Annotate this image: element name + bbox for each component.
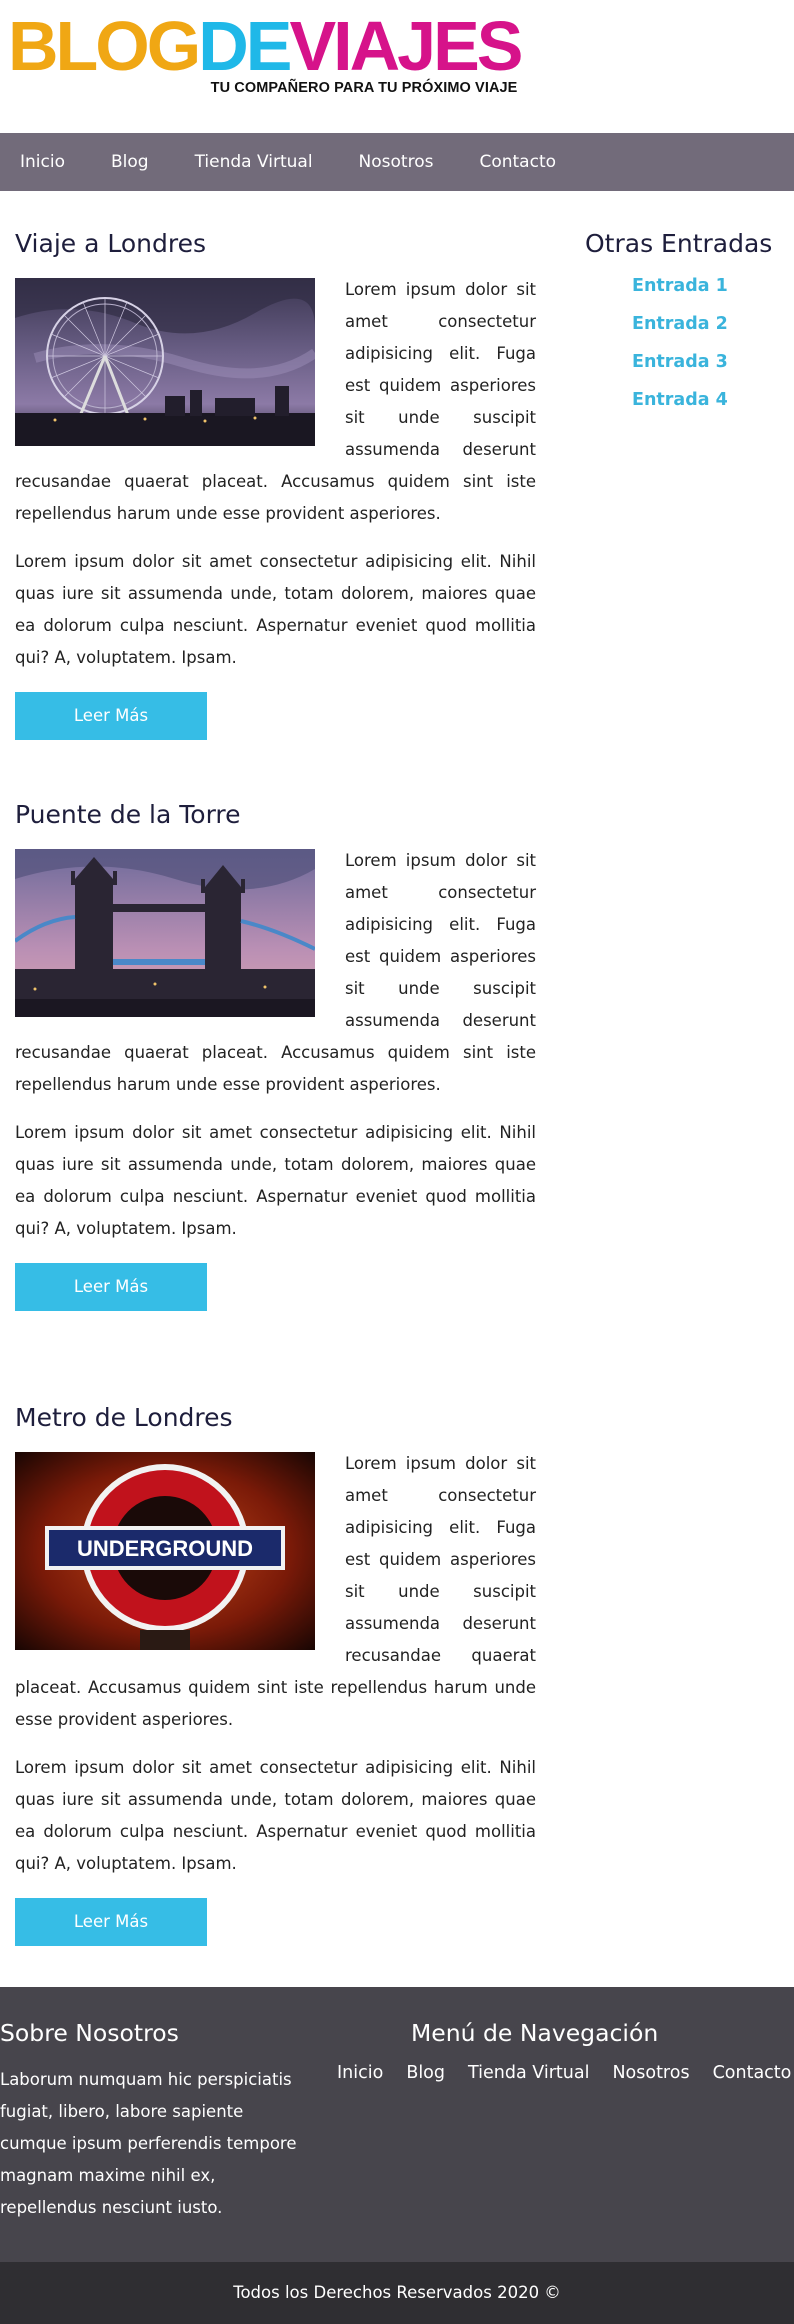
- sidebar: Otras Entradas Entrada 1 Entrada 2 Entra…: [570, 191, 794, 428]
- footer-nav-nosotros[interactable]: Nosotros: [612, 2063, 689, 2083]
- nav-item-inicio[interactable]: Inicio: [20, 152, 65, 172]
- footer-nav-blog[interactable]: Blog: [406, 2063, 445, 2083]
- blog-post: Metro de Londres UNDERGROUND Lorem ipsum…: [15, 1403, 536, 1946]
- logo-wordmark: BLOG DE VIAJES: [8, 7, 523, 85]
- footer-about: Sobre Nosotros Laborum numquam hic persp…: [0, 2019, 300, 2224]
- logo-part-blog: BLOG: [8, 7, 201, 85]
- london-eye-photo[interactable]: [15, 278, 315, 446]
- post-title[interactable]: Puente de la Torre: [15, 800, 536, 833]
- sidebar-item-entrada-2[interactable]: Entrada 2: [632, 314, 794, 352]
- sidebar-item-entrada-4[interactable]: Entrada 4: [632, 390, 794, 428]
- main-navigation: Inicio Blog Tienda Virtual Nosotros Cont…: [0, 133, 794, 191]
- footer-about-text: Laborum numquam hic perspiciatis fugiat,…: [0, 2070, 297, 2217]
- footer-nav-tienda-virtual[interactable]: Tienda Virtual: [468, 2063, 589, 2083]
- sidebar-list: Entrada 1 Entrada 2 Entrada 3 Entrada 4: [570, 276, 794, 428]
- nav-item-tienda-virtual[interactable]: Tienda Virtual: [195, 152, 313, 172]
- nav-item-contacto[interactable]: Contacto: [479, 152, 556, 172]
- post-title[interactable]: Metro de Londres: [15, 1403, 536, 1436]
- sidebar-item-entrada-1[interactable]: Entrada 1: [632, 276, 794, 314]
- footer-nav-inicio[interactable]: Inicio: [337, 2063, 383, 2083]
- post-paragraph: Lorem ipsum dolor sit amet consectetur a…: [15, 552, 536, 667]
- underground-sign-photo[interactable]: UNDERGROUND: [15, 1452, 315, 1650]
- site-footer: Sobre Nosotros Laborum numquam hic persp…: [0, 1987, 794, 2262]
- sidebar-title: Otras Entradas: [585, 229, 773, 258]
- leer-mas-button[interactable]: Leer Más: [15, 1898, 207, 1946]
- footer-nav-contacto[interactable]: Contacto: [713, 2063, 792, 2083]
- post-paragraph: Lorem ipsum dolor sit amet consectetur a…: [15, 1123, 536, 1238]
- logo-part-viajes: VIAJES: [289, 7, 523, 85]
- site-logo[interactable]: BLOG DE VIAJES TU COMPAÑERO PARA TU PRÓX…: [8, 7, 523, 96]
- post-title[interactable]: Viaje a Londres: [15, 229, 536, 262]
- blog-post: Viaje a Londres Lorem ipsum dolor sit am…: [15, 229, 536, 740]
- site-header: BLOG DE VIAJES TU COMPAÑERO PARA TU PRÓX…: [0, 0, 794, 133]
- footer-nav-title: Menú de Navegación: [411, 2019, 659, 2047]
- underground-sign-text: UNDERGROUND: [77, 1536, 253, 1561]
- blog-post: Puente de la Torre Lorem ipsum dolor sit…: [15, 800, 536, 1311]
- leer-mas-button[interactable]: Leer Más: [15, 1263, 207, 1311]
- copyright: Todos los Derechos Reservados 2020 ©: [0, 2262, 794, 2324]
- tower-bridge-photo[interactable]: [15, 849, 315, 1017]
- nav-item-blog[interactable]: Blog: [111, 152, 149, 172]
- footer-navigation: Menú de Navegación Inicio Blog Tienda Vi…: [337, 2019, 794, 2083]
- post-paragraph: Lorem ipsum dolor sit amet consectetur a…: [15, 1758, 536, 1873]
- sidebar-item-entrada-3[interactable]: Entrada 3: [632, 352, 794, 390]
- leer-mas-button[interactable]: Leer Más: [15, 692, 207, 740]
- logo-part-de: DE: [198, 7, 292, 85]
- nav-item-nosotros[interactable]: Nosotros: [359, 152, 434, 172]
- footer-about-title: Sobre Nosotros: [0, 2019, 179, 2047]
